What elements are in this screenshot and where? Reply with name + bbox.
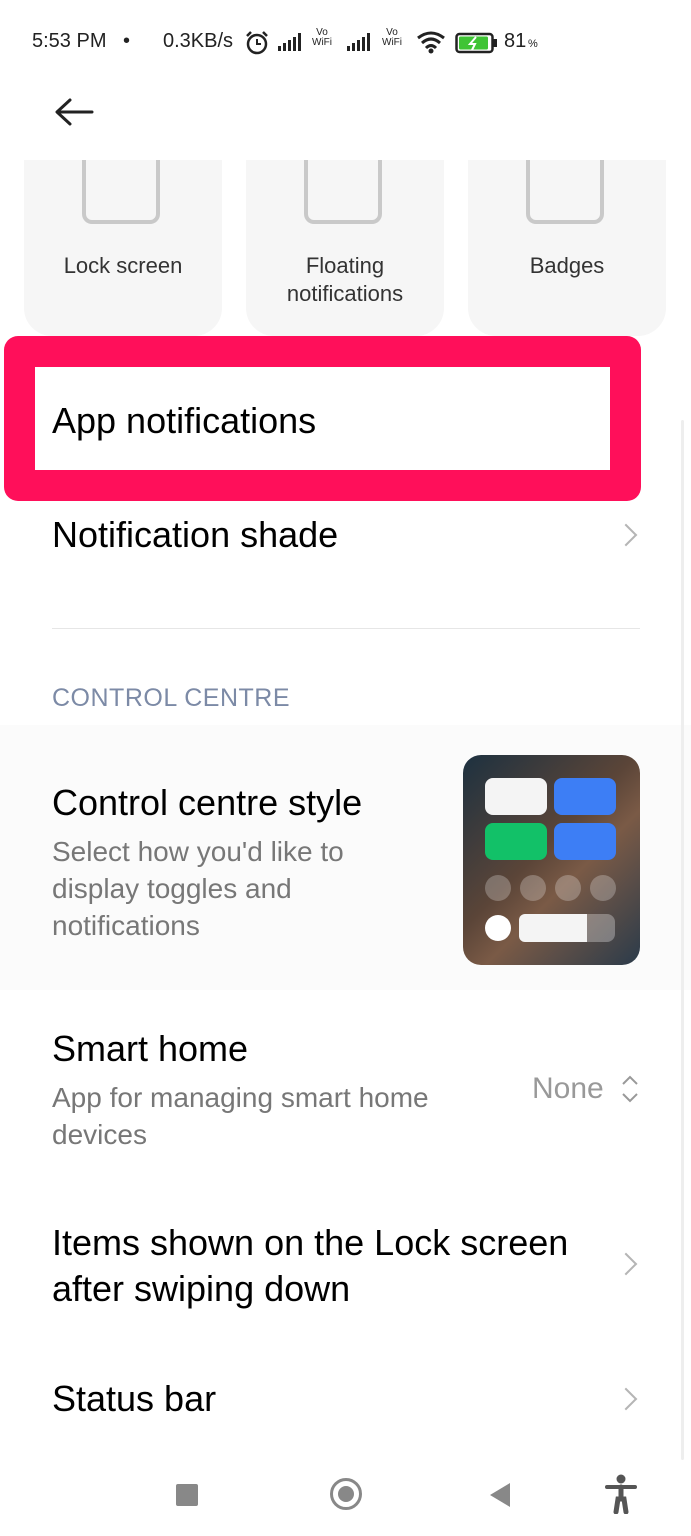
battery-percent: 81 — [504, 30, 527, 52]
tile-floating-notifications[interactable]: Floating notifications — [246, 160, 444, 336]
home-button[interactable] — [330, 1478, 362, 1510]
phone-icon — [82, 160, 160, 224]
control-centre-style-title: Control centre style — [52, 782, 363, 823]
up-down-chevron-icon — [622, 1075, 638, 1103]
control-centre-style-subtitle: Select how you'd like to display toggles… — [52, 836, 344, 941]
vowifi-label-1: Vo WiFi — [312, 27, 332, 48]
section-header: CONTROL CENTRE — [52, 684, 291, 712]
notification-shade-label[interactable]: Notification shade — [52, 514, 338, 556]
back-arrow-icon[interactable] — [52, 92, 96, 132]
tile-lock-screen[interactable]: Lock screen — [24, 160, 222, 336]
tile-label: Badges — [529, 253, 605, 278]
smart-home-title[interactable]: Smart home — [52, 1028, 248, 1070]
control-centre-preview — [463, 755, 640, 965]
nav-back-button[interactable] — [490, 1483, 510, 1507]
preview-dot — [485, 915, 511, 941]
battery-icon — [455, 32, 497, 54]
battery-unit: % — [528, 38, 538, 50]
preview-tile — [485, 778, 547, 815]
status-bar-label[interactable]: Status bar — [52, 1378, 216, 1420]
alarm-icon — [246, 31, 268, 55]
preview-slider — [519, 914, 615, 942]
vowifi-label-2: Vo WiFi — [382, 27, 402, 48]
chevron-right-icon — [614, 1387, 638, 1411]
scrollbar[interactable] — [681, 420, 684, 1460]
signal-icon — [278, 33, 301, 51]
network-speed: 0.3KB/s — [163, 30, 234, 52]
phone-icon — [526, 160, 604, 224]
app-notifications-label: App notifications — [52, 400, 317, 441]
signal-icon-2 — [347, 33, 370, 51]
preview-dot — [485, 875, 511, 901]
preview-tile — [554, 778, 616, 815]
chevron-right-icon — [614, 523, 638, 547]
smart-home-value[interactable]: None — [532, 1072, 604, 1106]
wifi-icon — [417, 31, 445, 54]
status-time: 5:53 PM — [32, 30, 107, 52]
tile-label: Floating notifications — [286, 253, 404, 306]
phone-icon — [304, 160, 382, 224]
divider — [52, 628, 640, 629]
smart-home-subtitle: App for managing smart home devices — [52, 1082, 429, 1150]
preview-tile — [485, 823, 547, 860]
chevron-right-icon — [614, 1252, 638, 1276]
recents-button[interactable] — [176, 1484, 198, 1506]
preview-dot — [520, 875, 546, 901]
preview-tile — [554, 823, 616, 860]
accessibility-icon[interactable] — [604, 1474, 638, 1514]
status-dot: • — [123, 30, 131, 52]
preview-dot — [555, 875, 581, 901]
tile-label: Lock screen — [63, 253, 183, 278]
preview-dot — [590, 875, 616, 901]
status-bar: 5:53 PM • 0.3KB/s Vo WiFi Vo WiFi 81 % — [0, 0, 691, 80]
tile-badges[interactable]: Badges — [468, 160, 666, 336]
lock-screen-items-label[interactable]: Items shown on the Lock screen after swi… — [52, 1220, 572, 1312]
